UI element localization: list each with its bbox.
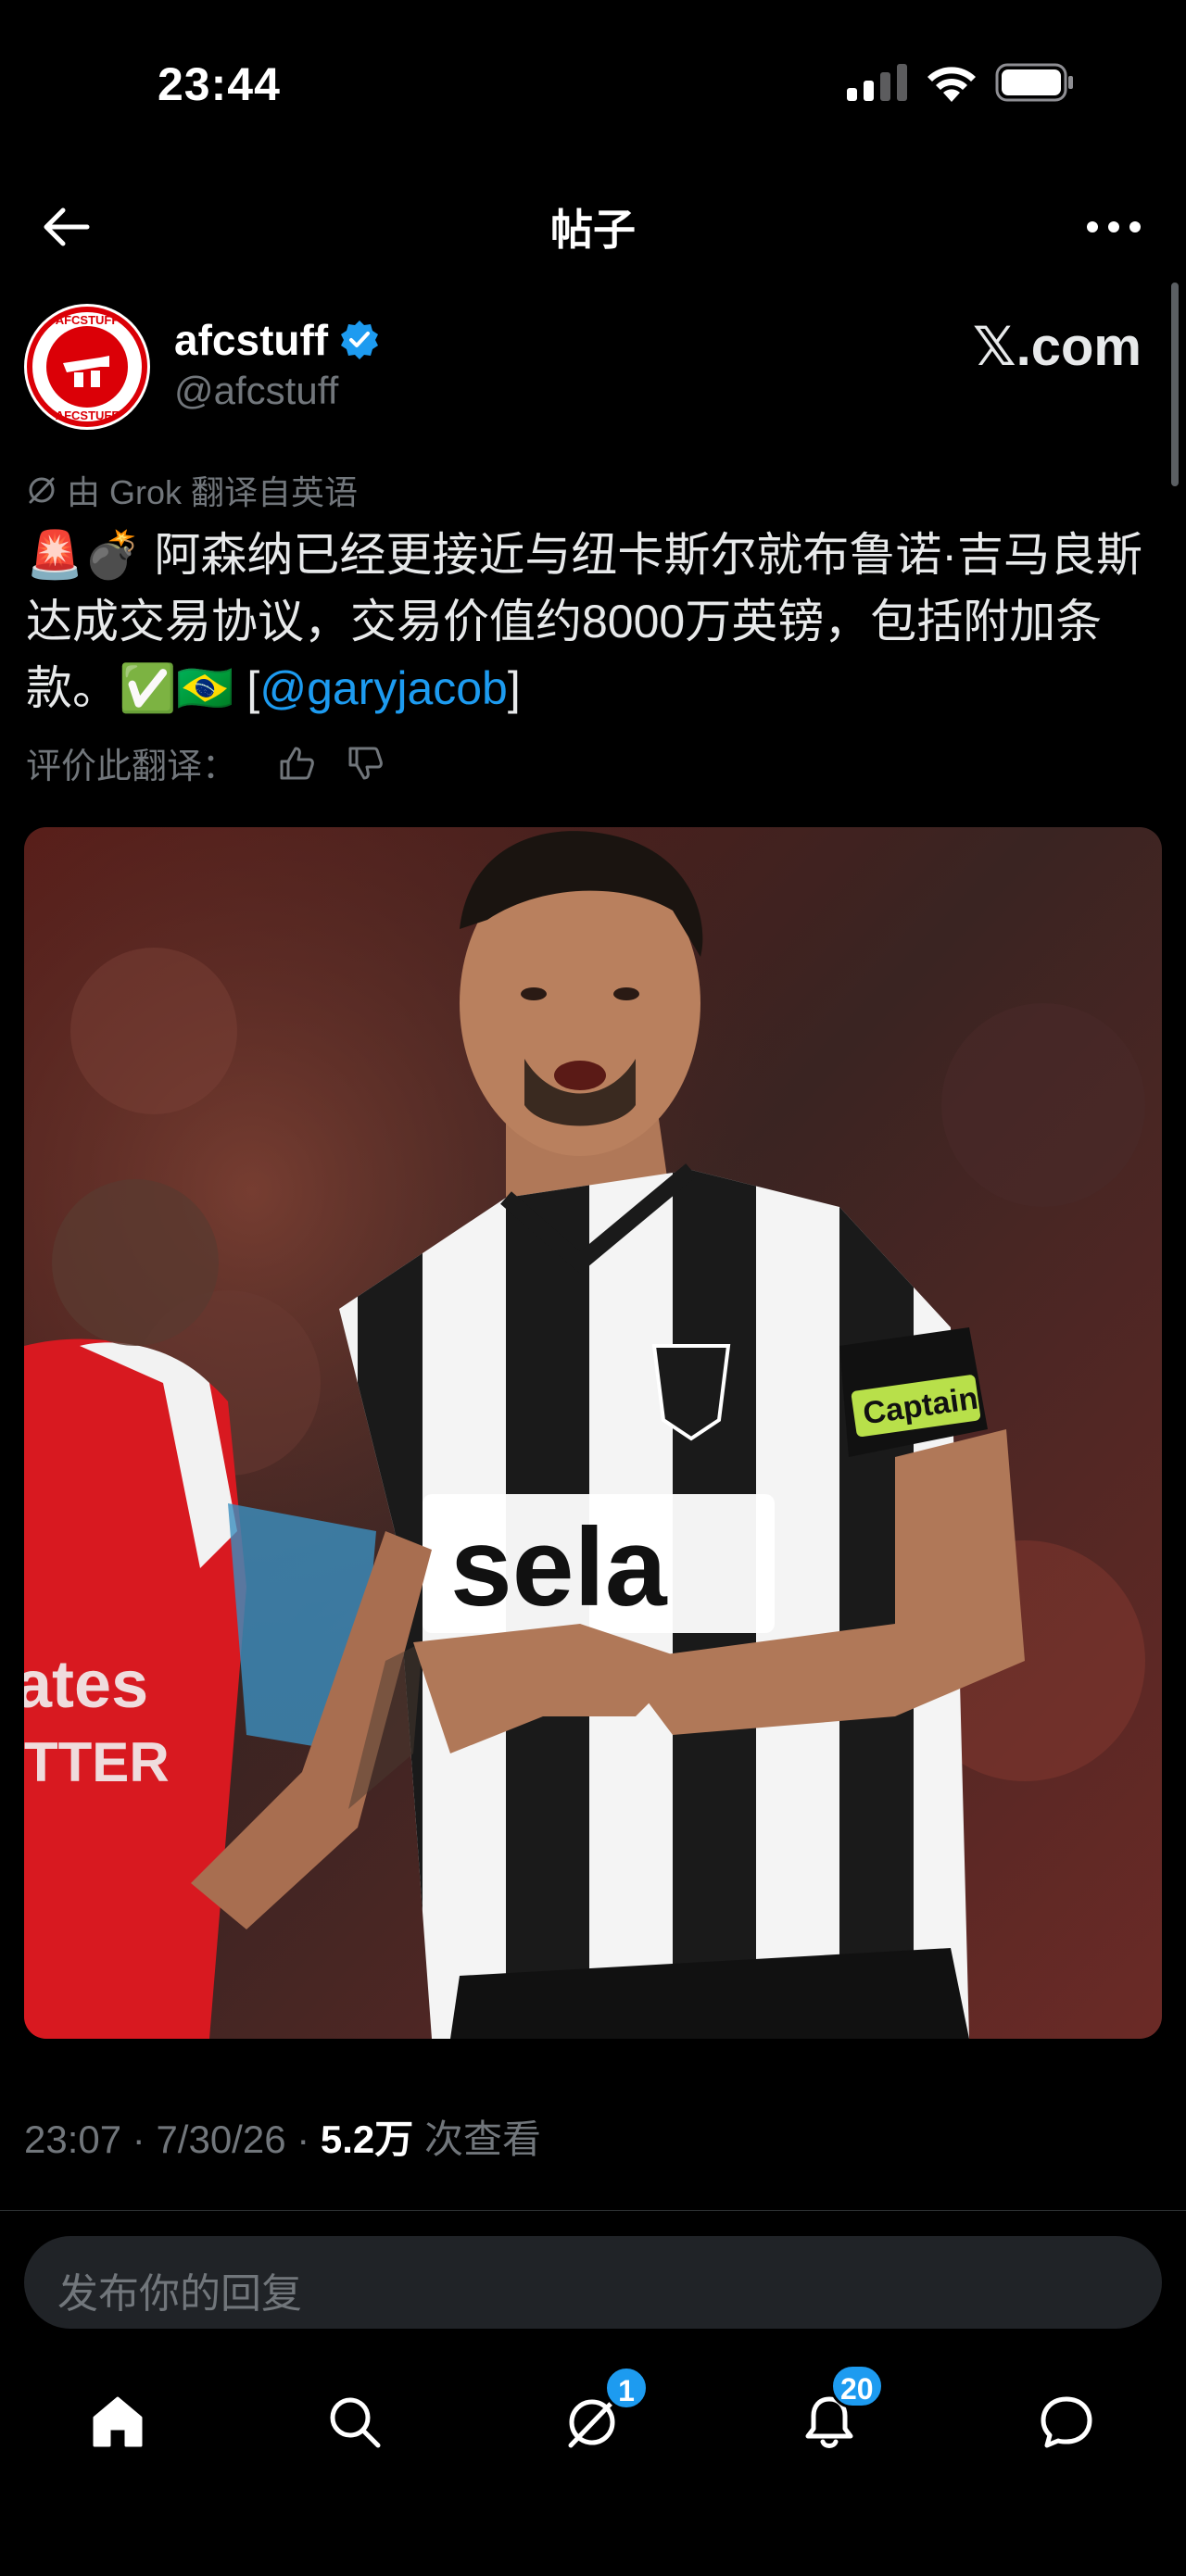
- svg-text:AFCSTUFF: AFCSTUFF: [56, 313, 120, 327]
- svg-text:TTER: TTER: [24, 1731, 170, 1793]
- xcom-watermark: 𝕏.com: [972, 317, 1142, 377]
- mention-open: [: [233, 662, 260, 714]
- search-icon: [330, 2397, 381, 2448]
- svg-text:sela: sela: [450, 1505, 668, 1629]
- thumbs-up-icon: [280, 747, 314, 779]
- svg-text:AFCSTUFF: AFCSTUFF: [56, 408, 120, 422]
- author-name-text: afcstuff: [174, 316, 329, 364]
- verified-badge-icon: [341, 320, 379, 359]
- page-title: 帖子: [550, 206, 636, 254]
- author-handle[interactable]: @afcstuff: [174, 369, 338, 413]
- reply-placeholder: 发布你的回复: [57, 2271, 302, 2317]
- more-horizontal-icon: [1087, 221, 1141, 232]
- meta-separator: ·: [121, 2117, 157, 2161]
- nav-notifications[interactable]: 20: [778, 2364, 884, 2473]
- grok-translation-label: 由 Grok 翻译自英语: [26, 466, 358, 514]
- post-meta: 23:07 · 7/30/26 · 5.2万 次查看: [24, 2108, 541, 2165]
- signal-icon: [847, 64, 907, 101]
- post-text: 🚨💣 阿森纳已经更接近与纽卡斯尔就布鲁诺·吉马良斯达成交易协议，交易价值约800…: [26, 521, 1158, 722]
- nav-search[interactable]: [304, 2371, 406, 2473]
- grok-translation-text: 由 Grok 翻译自英语: [67, 473, 359, 511]
- more-options-button[interactable]: [1077, 195, 1151, 259]
- status-icons: [847, 63, 1075, 102]
- post-emoji-prefix: 🚨💣: [26, 529, 142, 581]
- player-photo: ates TTER sela Captain: [24, 827, 1162, 2039]
- meta-separator: ·: [285, 2117, 321, 2161]
- post-emoji-suffix: ✅🇧🇷: [119, 662, 234, 714]
- home-icon: [93, 2396, 143, 2447]
- mention-link[interactable]: @garyjacob: [259, 662, 508, 714]
- bottom-nav: 1 20: [0, 2364, 1186, 2473]
- rate-translation-label: 评价此翻译：: [26, 748, 238, 786]
- view-count: 5.2万: [320, 2117, 414, 2161]
- notifications-badge: 20: [830, 2364, 884, 2408]
- battery-icon: [995, 63, 1073, 102]
- rate-translation: 评价此翻译：: [26, 737, 384, 788]
- scrollbar[interactable]: [1171, 283, 1179, 486]
- thumbs-down-icon: [348, 747, 383, 779]
- mention-close: ]: [507, 662, 521, 714]
- thumbs-up-button[interactable]: [278, 745, 315, 782]
- chat-bubble-icon: [1041, 2396, 1092, 2448]
- svg-text:ates: ates: [24, 1648, 148, 1722]
- nav-home[interactable]: [67, 2371, 169, 2473]
- status-time: 23:44: [158, 58, 281, 110]
- afcstuff-logo: AFCSTUFF AFCSTUFF: [27, 307, 147, 427]
- wifi-icon: [927, 67, 976, 102]
- grok-icon: [29, 477, 55, 504]
- nav-grok[interactable]: 1: [541, 2366, 649, 2473]
- post-time: 23:07: [24, 2117, 122, 2161]
- messages-badge: 1: [604, 2366, 649, 2410]
- post-image[interactable]: ates TTER sela Captain: [24, 827, 1162, 2039]
- divider: [0, 2210, 1186, 2211]
- author-name[interactable]: afcstuff: [174, 315, 380, 365]
- view-count-label: 次查看: [423, 2117, 541, 2161]
- post-date: 7/30/26: [156, 2117, 286, 2161]
- avatar[interactable]: AFCSTUFF AFCSTUFF: [24, 304, 150, 430]
- nav-messages[interactable]: [1016, 2371, 1117, 2473]
- thumbs-down-button[interactable]: [347, 745, 384, 782]
